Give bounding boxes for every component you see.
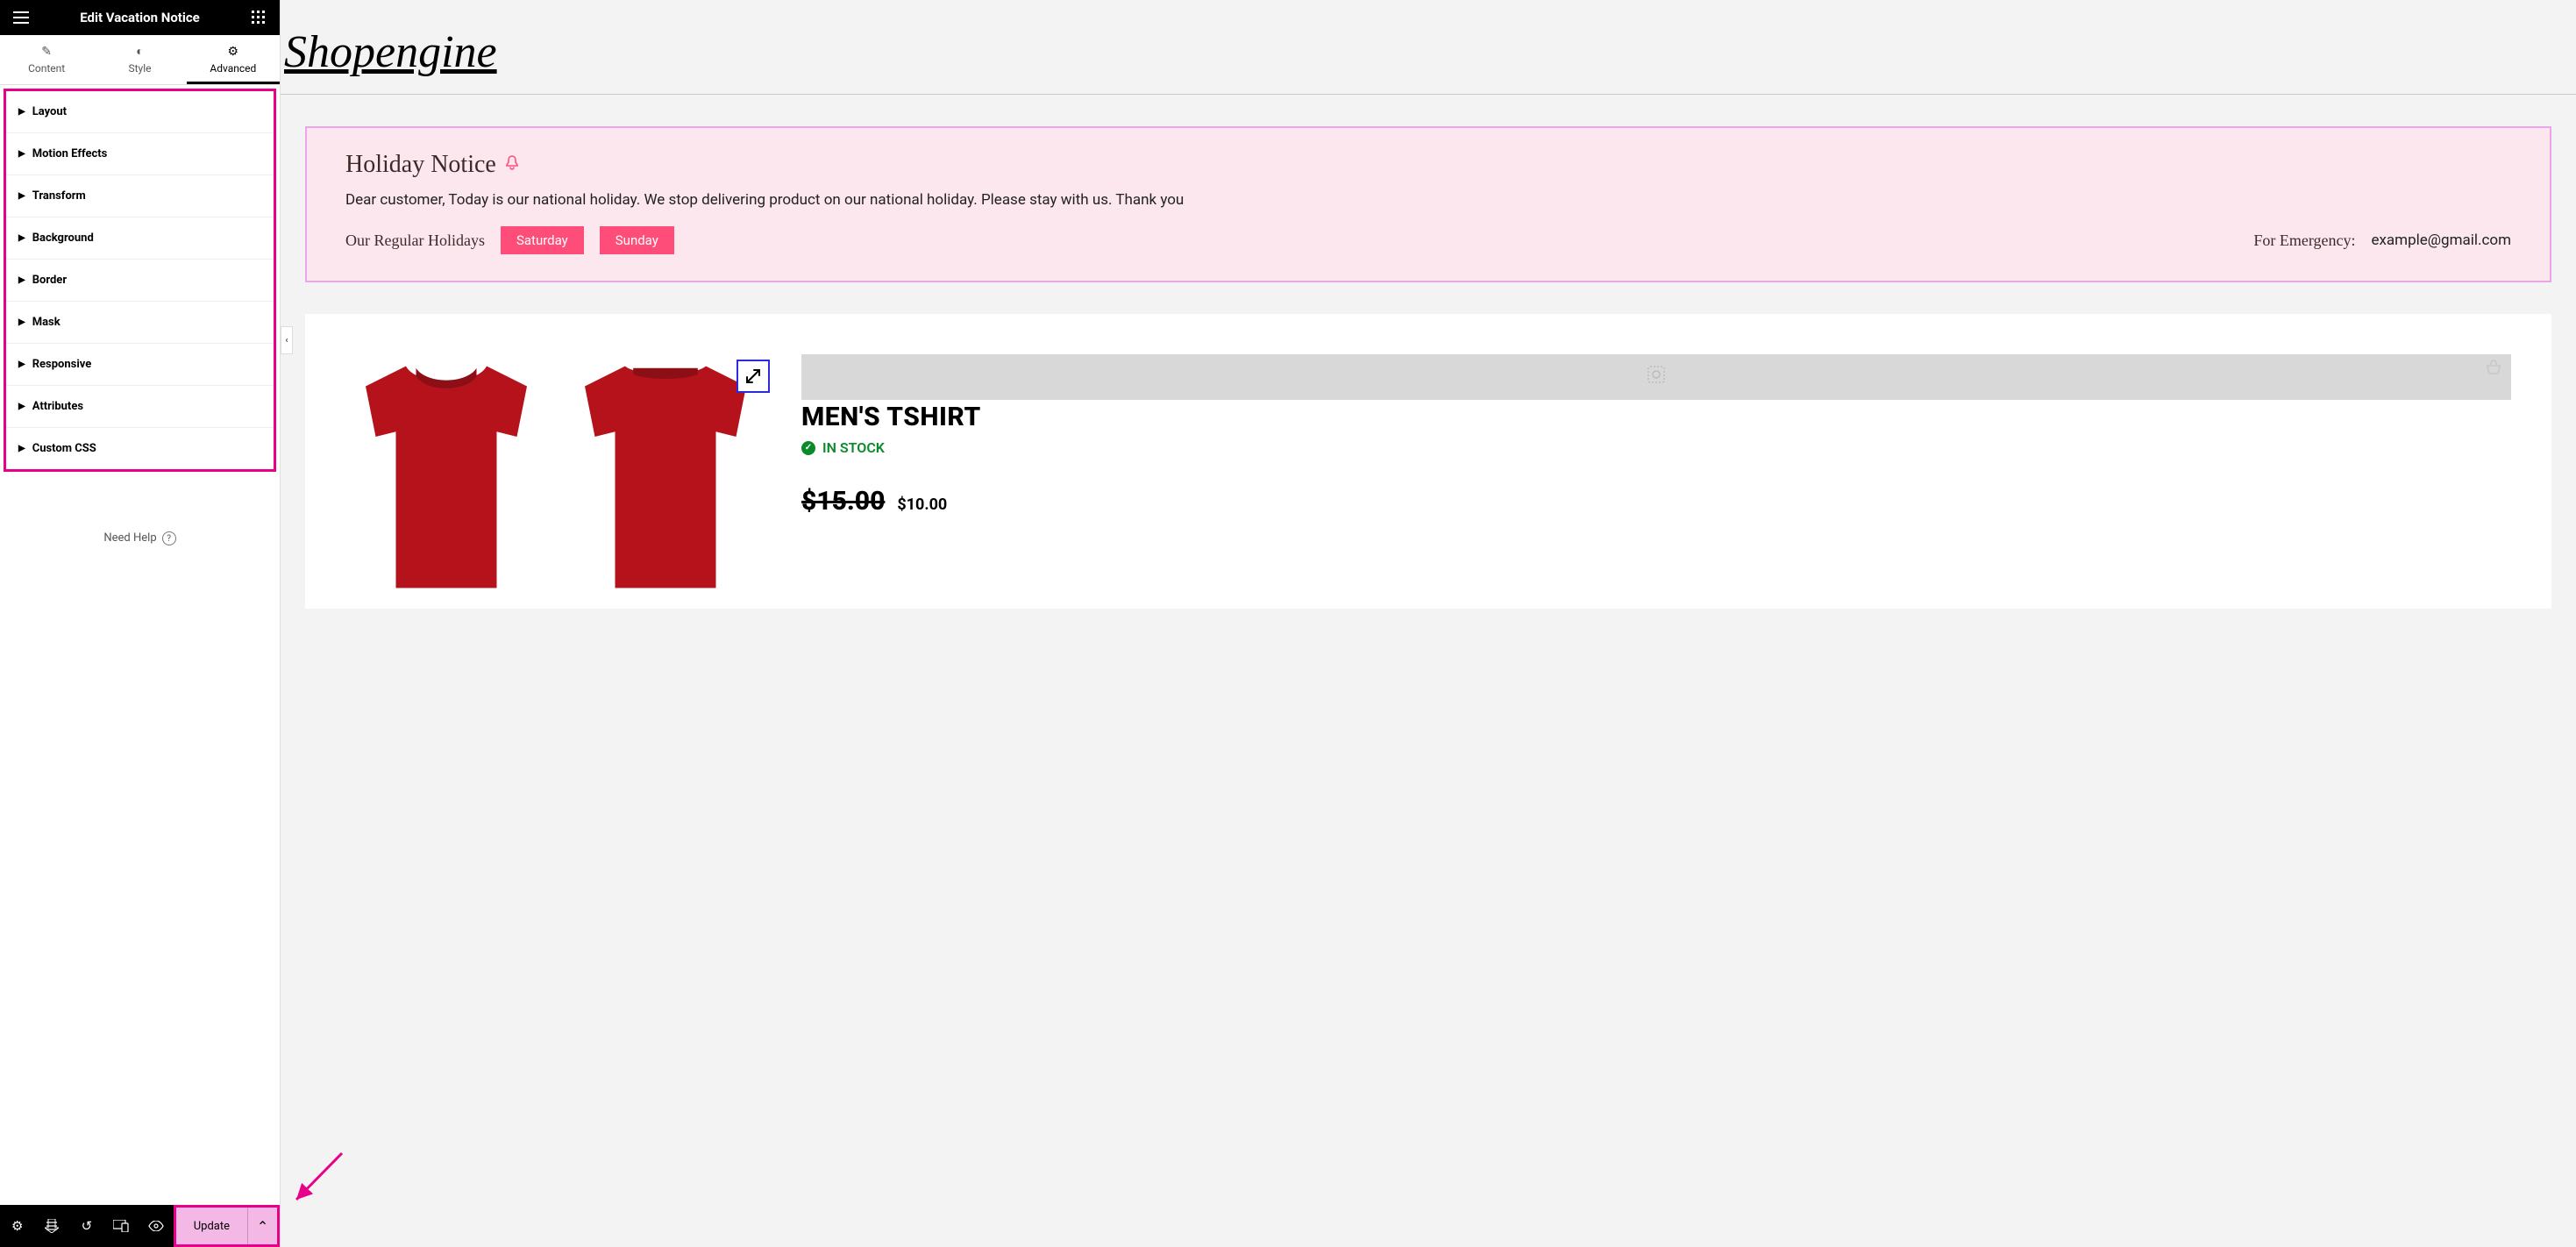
section-label: Mask [32,316,60,329]
caret-right-icon: ▶ [18,107,25,117]
sidebar-tabs: ✎ Content ◐ Style ⚙ Advanced [0,35,280,85]
section-label: Motion Effects [32,147,108,160]
update-more-button[interactable]: ⌃ [247,1208,277,1244]
chevron-up-icon: ⌃ [257,1218,268,1235]
advanced-sections: ▶ Layout ▶ Motion Effects ▶ Transform ▶ Back… [4,89,276,472]
preview-canvas: ‹ Shopengine Holiday Notice Dear custome… [281,0,2576,1247]
tab-style[interactable]: ◐ Style [93,35,186,84]
tab-label: Content [28,62,65,75]
caret-right-icon: ▶ [18,360,25,369]
notice-section: Holiday Notice Dear customer, Today is o… [281,95,2576,314]
product-image-front [345,354,547,600]
section-attributes[interactable]: ▶ Attributes [6,386,274,428]
site-header: Shopengine [281,0,2576,95]
preview-icon[interactable] [139,1205,174,1247]
holiday-badge: Saturday [501,226,584,254]
product-gallery [345,354,766,600]
widget-placeholder[interactable] [801,354,2511,400]
regular-holidays-label: Our Regular Holidays [345,232,485,250]
section-label: Transform [32,189,86,203]
tab-label: Advanced [210,62,256,75]
caret-right-icon: ▶ [18,317,25,327]
price-row: $15.00 $10.00 [801,486,2511,517]
emergency-label: For Emergency: [2253,232,2355,250]
section-label: Attributes [32,400,83,413]
vacation-notice-widget[interactable]: Holiday Notice Dear customer, Today is o… [305,126,2551,282]
tab-label: Style [128,62,151,75]
collapse-sidebar-handle[interactable]: ‹ [281,326,293,354]
need-help-label: Need Help [103,531,156,545]
tab-advanced[interactable]: ⚙ Advanced [187,35,280,84]
section-mask[interactable]: ▶ Mask [6,302,274,344]
help-icon: ? [162,531,176,545]
panel-title: Edit Vacation Notice [80,10,200,25]
section-custom-css[interactable]: ▶ Custom CSS [6,428,274,469]
notice-body: Dear customer, Today is our national hol… [345,191,2511,209]
bottom-bar: ⚙ ↺ Update ⌃ [0,1205,280,1247]
holiday-badge: Sunday [600,226,674,254]
section-transform[interactable]: ▶ Transform [6,175,274,217]
history-icon[interactable]: ↺ [69,1205,104,1247]
widget-placeholder-icon [1647,365,1666,389]
caret-right-icon: ▶ [18,191,25,201]
section-label: Custom CSS [32,442,96,455]
caret-right-icon: ▶ [18,233,25,243]
checkmark-icon: ✓ [801,441,815,455]
pencil-icon: ✎ [41,45,52,59]
emergency-email: example@gmail.com [2371,232,2511,249]
section-border[interactable]: ▶ Border [6,260,274,302]
old-price: $15.00 [801,486,885,517]
update-button[interactable]: Update [176,1208,247,1244]
product-title: MEN'S TSHIRT [801,402,2511,432]
section-layout[interactable]: ▶ Layout [6,91,274,133]
sidebar-header: Edit Vacation Notice [0,0,280,35]
stock-label: IN STOCK [822,439,885,456]
settings-icon[interactable]: ⚙ [0,1205,35,1247]
caret-right-icon: ▶ [18,402,25,411]
section-responsive[interactable]: ▶ Responsive [6,344,274,386]
stock-status: ✓ IN STOCK [801,439,2511,456]
section-label: Background [32,232,94,245]
navigator-icon[interactable] [35,1205,70,1247]
caret-right-icon: ▶ [18,444,25,453]
update-button-group: Update ⌃ [174,1205,280,1247]
product-card: MEN'S TSHIRT ✓ IN STOCK $15.00 $10.00 [305,314,2551,609]
hamburger-menu-icon[interactable] [11,7,32,28]
site-title[interactable]: Shopengine [281,26,2576,78]
expand-image-button[interactable] [737,360,770,393]
product-info: MEN'S TSHIRT ✓ IN STOCK $15.00 $10.00 [801,354,2511,600]
section-motion-effects[interactable]: ▶ Motion Effects [6,133,274,175]
caret-right-icon: ▶ [18,149,25,159]
editor-sidebar: Edit Vacation Notice ✎ Content ◐ Style ⚙… [0,0,281,1247]
caret-right-icon: ▶ [18,275,25,285]
section-label: Border [32,274,67,287]
basket-icon [2485,360,2502,380]
new-price: $10.00 [897,495,947,514]
contrast-icon: ◐ [136,44,143,59]
tab-content[interactable]: ✎ Content [0,35,93,84]
gear-icon: ⚙ [228,45,239,59]
notice-title: Holiday Notice [345,151,496,179]
responsive-icon[interactable] [104,1205,139,1247]
section-background[interactable]: ▶ Background [6,217,274,260]
need-help-link[interactable]: Need Help ? [0,510,280,1205]
bell-icon [505,155,519,175]
apps-grid-icon[interactable] [248,7,269,28]
section-label: Layout [32,105,67,118]
section-label: Responsive [32,358,92,371]
